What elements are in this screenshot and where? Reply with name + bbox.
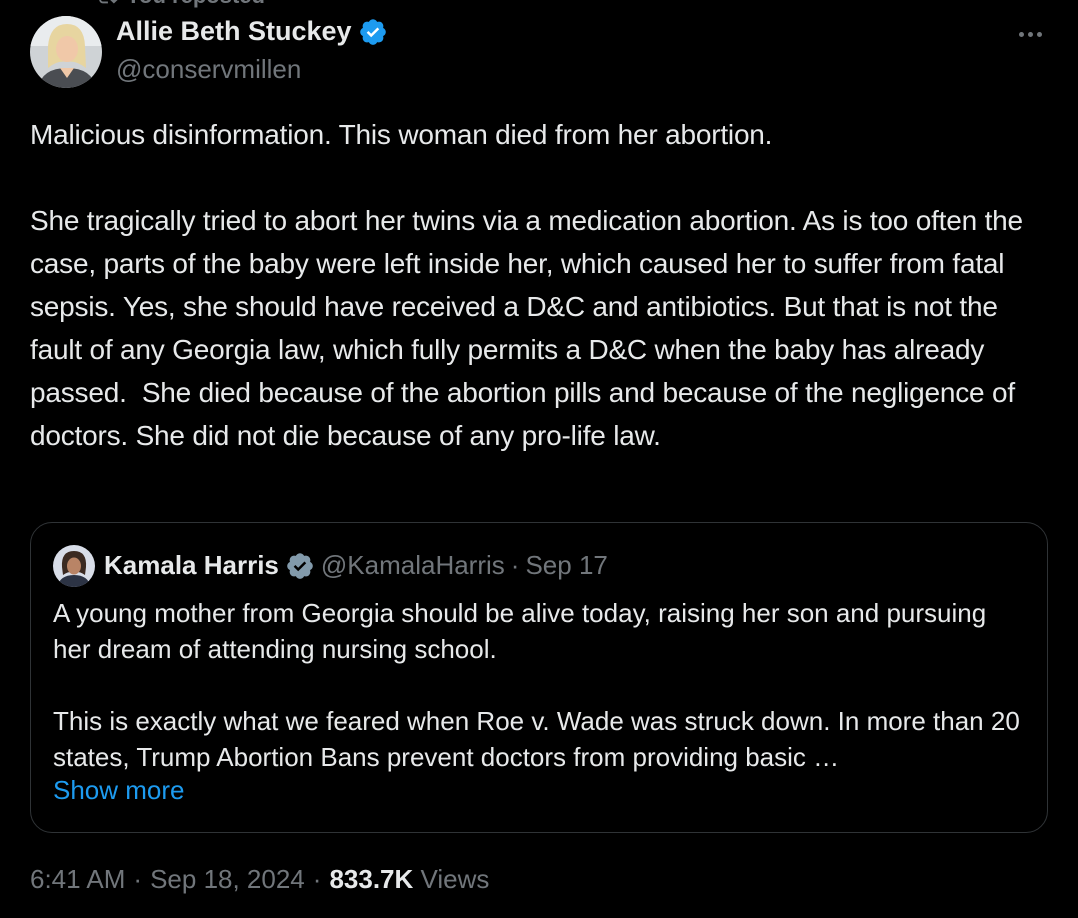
author-name[interactable]: Allie Beth Stuckey [116,16,352,47]
tweet-time[interactable]: 6:41 AM [30,864,125,895]
views-label: Views [420,864,490,894]
author-avatar[interactable] [30,16,102,88]
quoted-author-name[interactable]: Kamala Harris [104,550,279,581]
repost-icon [99,0,118,4]
quoted-separator: · [510,550,520,580]
meta-separator: · [133,864,143,894]
tweet-date[interactable]: Sep 18, 2024 [150,864,305,895]
author-name-row[interactable]: Allie Beth Stuckey [116,16,388,47]
quoted-tweet-card[interactable]: Kamala Harris @KamalaHarris · Sep 17 A y… [30,522,1048,833]
meta-separator: · [312,864,322,894]
quoted-date[interactable]: Sep 17 [525,550,607,581]
more-options-button[interactable] [1012,20,1048,48]
quoted-author-avatar[interactable] [53,545,95,587]
repost-banner-text: You reposted [126,0,265,9]
quoted-tweet-header: Kamala Harris @KamalaHarris · Sep 17 [104,550,608,581]
views-count[interactable]: 833.7K [329,864,413,894]
tweet-text: Malicious disinformation. This woman die… [30,119,1023,451]
repost-banner: You reposted [96,0,265,9]
more-horizontal-icon [1018,31,1024,37]
quoted-tweet-text: A young mother from Georgia should be al… [53,598,1020,772]
quoted-author-handle[interactable]: @KamalaHarris [321,550,505,581]
tweet-meta: 6:41 AM · Sep 18, 2024 · 833.7K Views [30,864,489,895]
show-more-link[interactable]: Show more [53,775,185,806]
verified-badge-icon [287,552,313,579]
verified-badge-icon [359,18,386,45]
author-handle[interactable]: @conservmillen [116,54,301,85]
